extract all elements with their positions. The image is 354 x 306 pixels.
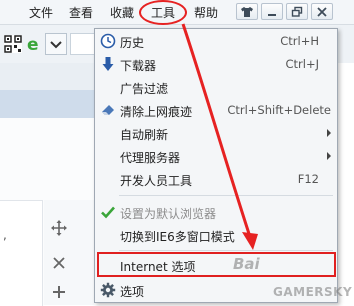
gamersky-watermark: GAMERSKY <box>273 285 353 299</box>
annotation-arrow <box>181 23 258 250</box>
baidu-watermark: Bai <box>233 255 260 273</box>
